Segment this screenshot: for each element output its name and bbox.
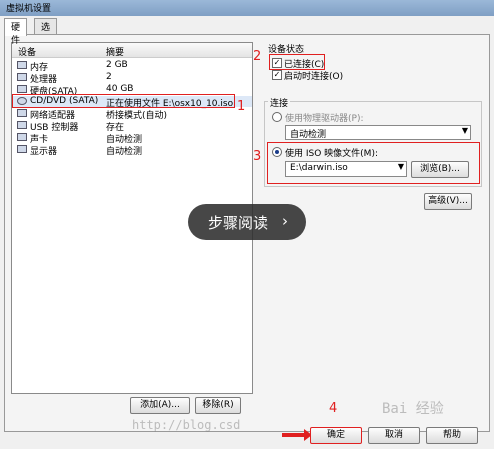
- annotation-2: 2: [253, 49, 262, 64]
- chevron-right-icon: ›: [282, 212, 288, 230]
- device-row-network[interactable]: 网络适配器 桥接模式(自动): [12, 108, 252, 121]
- network-icon: [17, 109, 27, 117]
- tab-options[interactable]: 选项: [34, 18, 58, 46]
- device-row-processor[interactable]: 处理器 2: [12, 72, 252, 85]
- annotation-4: 4: [329, 401, 338, 416]
- memory-icon: [17, 61, 27, 69]
- window-title: 虚拟机设置: [6, 4, 52, 14]
- column-header-summary[interactable]: 摘要: [106, 45, 124, 58]
- sound-icon: [17, 133, 27, 141]
- device-list-header: 设备 摘要: [12, 43, 252, 58]
- cancel-button[interactable]: 取消: [368, 427, 420, 444]
- device-row-memory[interactable]: 内存 2 GB: [12, 60, 252, 73]
- annotation-arrow: [282, 429, 312, 441]
- advanced-button[interactable]: 高级(V)...: [424, 193, 472, 210]
- add-button[interactable]: 添加(A)...: [130, 397, 190, 414]
- title-bar: 虚拟机设置: [0, 0, 494, 16]
- step-reading-overlay[interactable]: 步骤阅读 ›: [188, 204, 306, 240]
- column-header-device[interactable]: 设备: [18, 45, 36, 58]
- physical-drive-label[interactable]: 使用物理驱动器(P):: [285, 111, 363, 124]
- remove-button[interactable]: 移除(R): [195, 397, 241, 414]
- physical-drive-radio[interactable]: [272, 112, 282, 122]
- help-button[interactable]: 帮助: [426, 427, 478, 444]
- connection-label: 连接: [268, 96, 291, 109]
- device-row-usb[interactable]: USB 控制器 存在: [12, 120, 252, 133]
- harddisk-icon: [17, 85, 27, 93]
- connect-on-power-label[interactable]: 启动时连接(O): [284, 69, 343, 82]
- connect-on-power-checkbox[interactable]: ✓: [272, 70, 282, 80]
- site-watermark: Bai 经验: [382, 401, 444, 417]
- device-row-display[interactable]: 显示器 自动检测: [12, 144, 252, 157]
- highlight-box-connected: [269, 54, 325, 70]
- usb-icon: [17, 121, 27, 129]
- chevron-down-icon: ▼: [461, 126, 468, 135]
- annotation-1: 1: [237, 99, 246, 114]
- display-icon: [17, 145, 27, 153]
- url-watermark: http://blog.csd: [132, 418, 241, 432]
- device-row-sound[interactable]: 声卡 自动检测: [12, 132, 252, 145]
- tab-hardware[interactable]: 硬件: [4, 18, 28, 46]
- highlight-box-cd-dvd: [12, 94, 235, 108]
- ok-button[interactable]: 确定: [310, 427, 362, 444]
- annotation-3: 3: [253, 149, 262, 164]
- cpu-icon: [17, 73, 27, 81]
- physical-drive-select[interactable]: 自动检测 ▼: [285, 125, 471, 140]
- highlight-box-iso: [267, 142, 480, 184]
